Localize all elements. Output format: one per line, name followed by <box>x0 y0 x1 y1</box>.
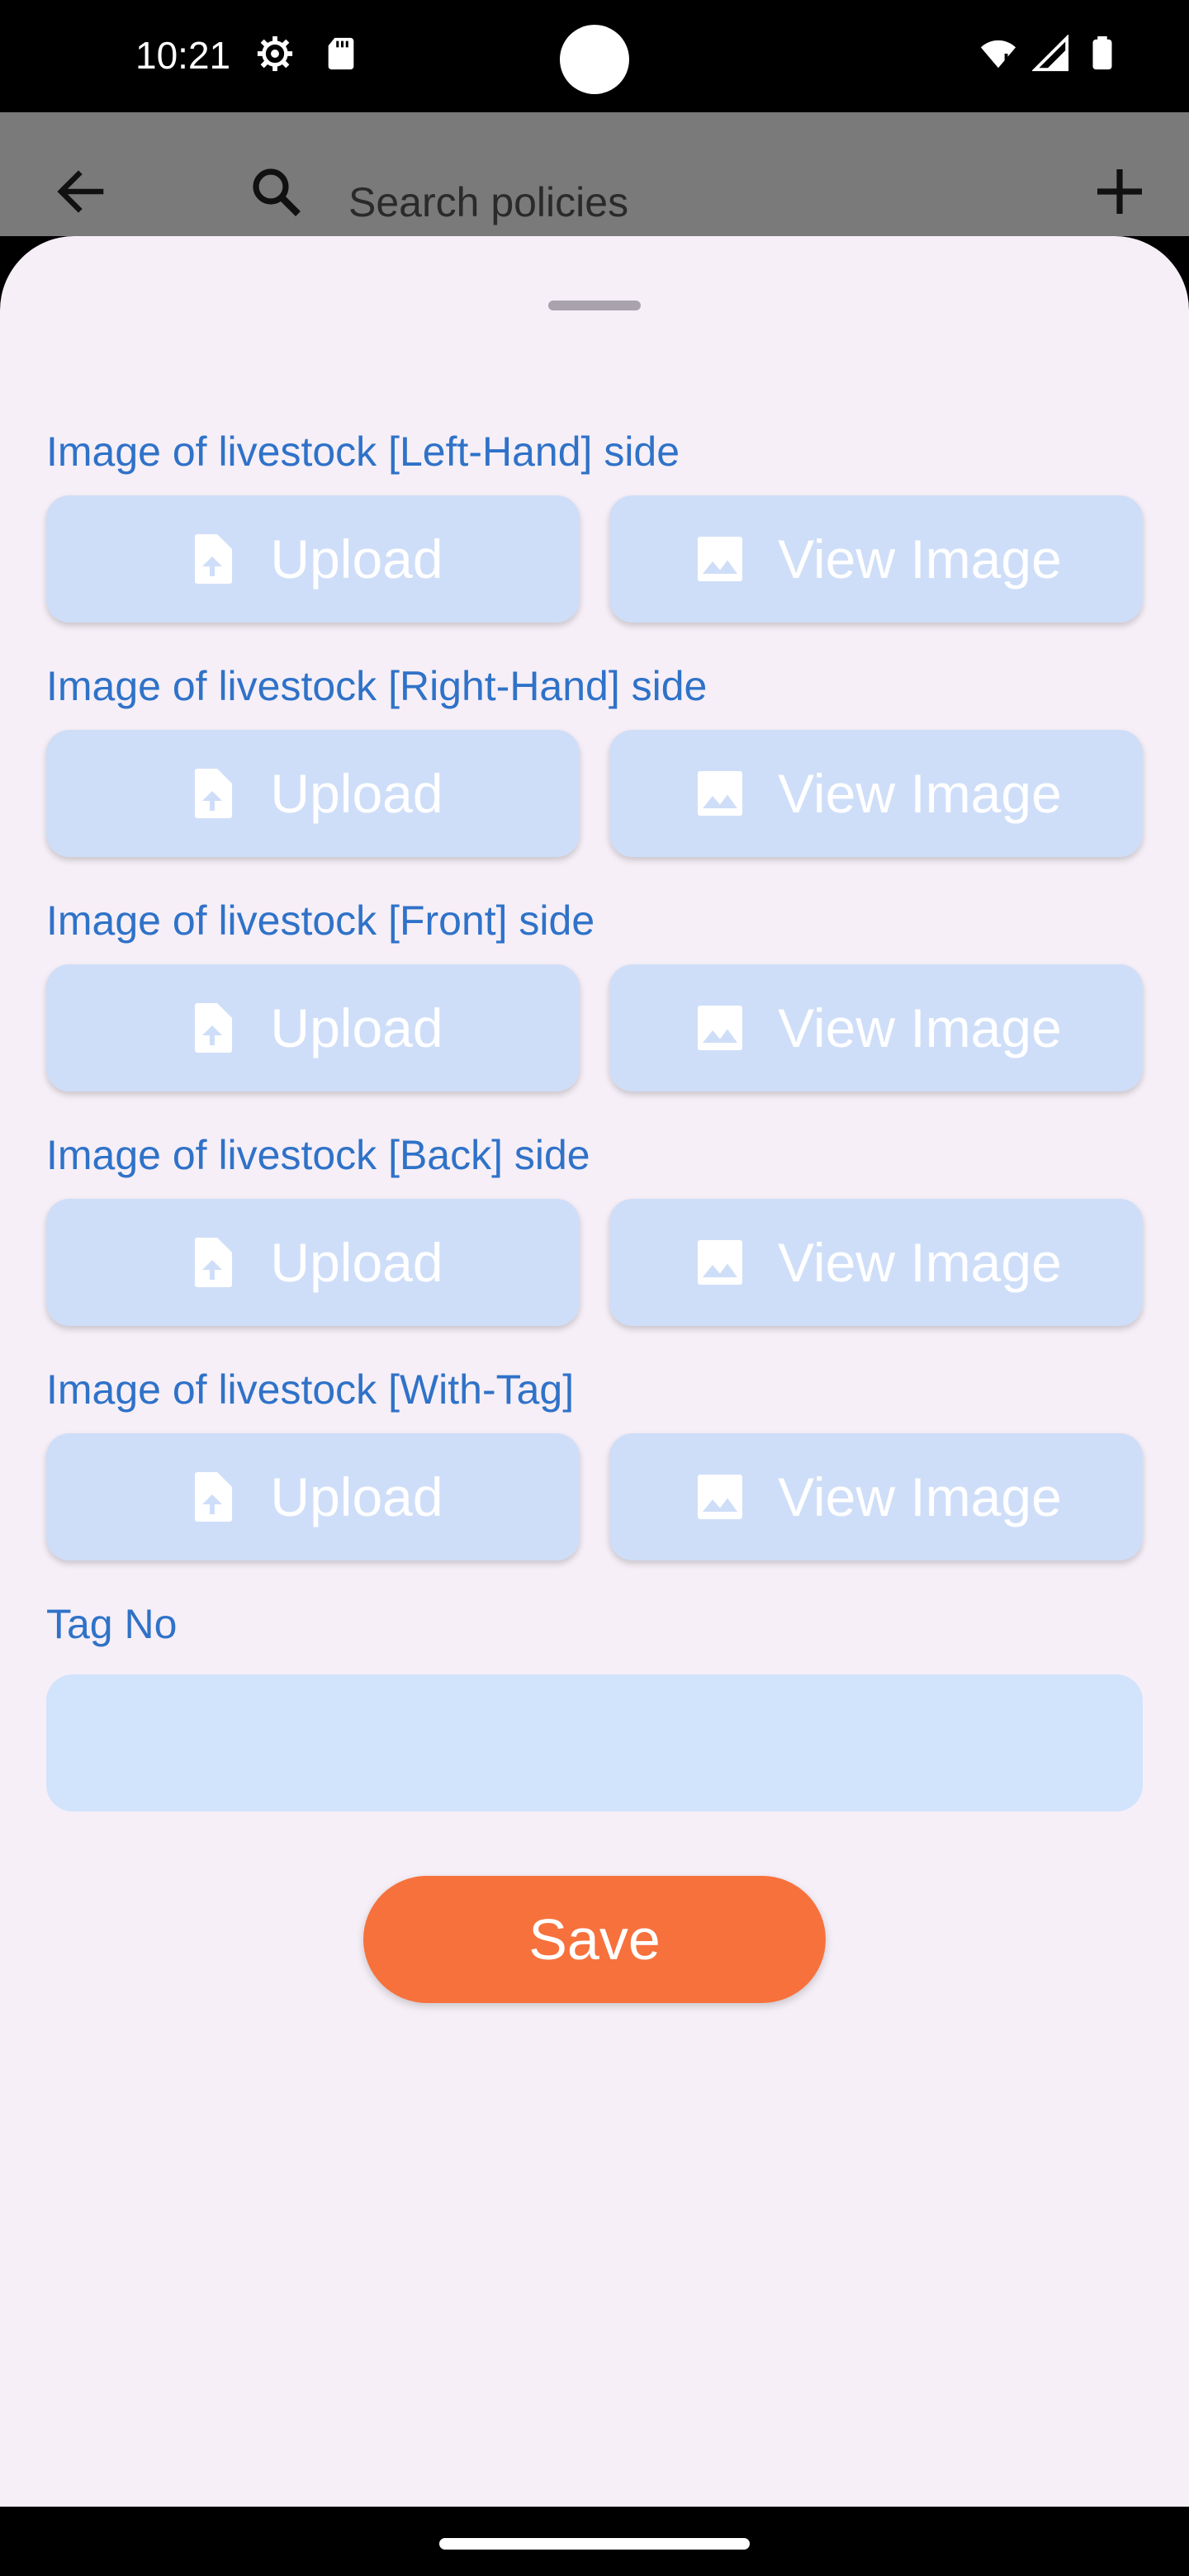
upload-button-back[interactable]: Upload <box>46 1199 580 1326</box>
home-indicator[interactable] <box>439 2538 750 2550</box>
view-image-button-back[interactable]: View Image <box>609 1199 1143 1326</box>
image-icon <box>698 1240 743 1285</box>
search-input[interactable]: Search policies <box>348 178 628 226</box>
upload-button-with-tag[interactable]: Upload <box>46 1433 580 1560</box>
upload-label: Upload <box>270 763 443 824</box>
upload-file-icon <box>195 1003 233 1053</box>
upload-label: Upload <box>270 1466 443 1527</box>
upload-file-icon <box>195 1238 233 1287</box>
tag-no-input[interactable] <box>46 1674 1143 1811</box>
upload-label: Upload <box>270 997 443 1058</box>
cell-signal-icon <box>1032 35 1069 72</box>
upload-button-front[interactable]: Upload <box>46 964 580 1091</box>
view-image-label: View Image <box>778 528 1062 590</box>
view-image-label: View Image <box>778 1232 1062 1293</box>
camera-cutout <box>560 25 629 94</box>
section-label-with-tag: Image of livestock [With-Tag] <box>46 1366 575 1413</box>
battery-icon <box>1092 36 1112 70</box>
navigation-bar <box>0 2507 1189 2576</box>
view-image-button-left-hand[interactable]: View Image <box>609 495 1143 623</box>
app-bar: Search policies <box>0 112 1189 236</box>
image-icon <box>698 1475 743 1519</box>
drag-handle[interactable] <box>548 301 641 310</box>
sd-card-icon <box>328 37 354 70</box>
upload-label: Upload <box>270 1232 443 1293</box>
status-time: 10:21 <box>135 34 231 77</box>
bottom-sheet: Image of livestock [Left-Hand] side Uplo… <box>0 236 1189 2507</box>
view-image-label: View Image <box>778 1466 1062 1527</box>
image-icon <box>698 771 743 816</box>
upload-file-icon <box>195 1472 233 1522</box>
image-icon <box>698 1006 743 1050</box>
view-image-button-front[interactable]: View Image <box>609 964 1143 1091</box>
image-icon <box>698 537 743 581</box>
settings-gear-icon <box>257 36 293 72</box>
save-button[interactable]: Save <box>363 1876 826 2003</box>
search-icon[interactable] <box>246 162 306 221</box>
back-arrow-icon[interactable] <box>51 162 111 221</box>
upload-file-icon <box>195 769 233 818</box>
status-bar: 10:21 <box>0 0 1189 112</box>
upload-label: Upload <box>270 528 443 590</box>
view-image-button-right-hand[interactable]: View Image <box>609 730 1143 857</box>
section-label-front: Image of livestock [Front] side <box>46 897 595 944</box>
section-label-left-hand: Image of livestock [Left-Hand] side <box>46 429 680 475</box>
view-image-label: View Image <box>778 763 1062 824</box>
upload-file-icon <box>195 534 233 584</box>
section-label-back: Image of livestock [Back] side <box>46 1132 590 1178</box>
tag-no-label: Tag No <box>46 1601 178 1647</box>
view-image-label: View Image <box>778 997 1062 1058</box>
section-label-right-hand: Image of livestock [Right-Hand] side <box>46 663 708 709</box>
wifi-icon <box>980 40 1016 69</box>
upload-button-left-hand[interactable]: Upload <box>46 495 580 623</box>
upload-button-right-hand[interactable]: Upload <box>46 730 580 857</box>
view-image-button-with-tag[interactable]: View Image <box>609 1433 1143 1560</box>
add-icon[interactable] <box>1090 162 1149 221</box>
